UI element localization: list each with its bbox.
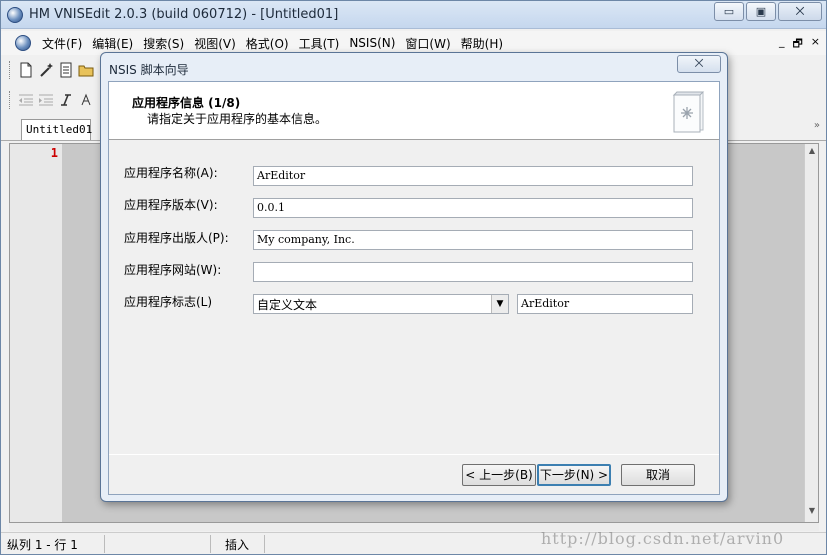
app-icon[interactable] bbox=[7, 7, 23, 23]
menu-view[interactable]: 视图(V) bbox=[189, 35, 241, 52]
mdi-controls: _ 🗗 × bbox=[779, 35, 820, 54]
menu-format[interactable]: 格式(O) bbox=[241, 35, 294, 52]
indent-icon[interactable] bbox=[36, 90, 56, 110]
app-version-field[interactable]: 0.0.1 bbox=[253, 198, 693, 218]
magic-wand-icon[interactable] bbox=[36, 60, 56, 80]
dropdown-arrow-icon[interactable]: ▼ bbox=[491, 295, 508, 313]
app-version-label: 应用程序版本(V): bbox=[124, 198, 218, 212]
mdi-restore-button[interactable]: 🗗 bbox=[792, 35, 802, 54]
toolbar-standard bbox=[1, 57, 101, 83]
tab-scroll-icon[interactable]: » bbox=[814, 120, 820, 131]
app-publisher-label: 应用程序出版人(P): bbox=[124, 231, 229, 245]
menu-file[interactable]: 文件(F) bbox=[37, 35, 87, 52]
back-button[interactable]: < 上一步(B) bbox=[462, 464, 536, 486]
toolbar-grip[interactable] bbox=[9, 91, 12, 109]
menu-tools[interactable]: 工具(T) bbox=[294, 35, 345, 52]
outdent-icon[interactable] bbox=[16, 90, 36, 110]
close-button[interactable]: ⨉ bbox=[778, 2, 822, 21]
wizard-step-title: 应用程序信息 (1/8) bbox=[132, 96, 241, 110]
brand-type-value: 自定义文本 bbox=[257, 298, 318, 312]
toolbar-grip[interactable] bbox=[9, 61, 12, 79]
new-file-icon[interactable] bbox=[16, 60, 36, 80]
wizard-header: 应用程序信息 (1/8) 请指定关于应用程序的基本信息。 bbox=[109, 82, 719, 140]
mdi-close-button[interactable]: × bbox=[811, 35, 820, 54]
scroll-up-icon[interactable]: ▲ bbox=[805, 146, 819, 160]
status-position: 纵列 1 - 行 1 bbox=[1, 534, 105, 553]
menu-edit[interactable]: 编辑(E) bbox=[87, 35, 138, 52]
script-icon[interactable] bbox=[56, 60, 76, 80]
document-menu-icon[interactable] bbox=[15, 35, 31, 51]
open-folder-icon[interactable] bbox=[76, 60, 96, 80]
app-website-field[interactable] bbox=[253, 262, 693, 282]
minimize-button[interactable]: ▭ bbox=[714, 2, 744, 21]
status-mode: 插入 bbox=[211, 534, 265, 553]
dialog-title: NSIS 脚本向导 bbox=[109, 63, 189, 77]
title-bar[interactable]: HM VNISEdit 2.0.3 (build 060712) - [Unti… bbox=[1, 1, 826, 29]
window-controls: ▭ ▣ ⨉ bbox=[712, 2, 822, 21]
menu-help[interactable]: 帮助(H) bbox=[456, 35, 508, 52]
brand-text-field[interactable]: ArEditor bbox=[517, 294, 693, 314]
next-button[interactable]: 下一步(N) > bbox=[537, 464, 611, 486]
line-number: 1 bbox=[50, 146, 58, 160]
installer-package-icon bbox=[672, 91, 705, 133]
window-title: HM VNISEdit 2.0.3 (build 060712) - [Unti… bbox=[29, 7, 339, 22]
vertical-scrollbar[interactable]: ▲ ▼ bbox=[804, 144, 818, 522]
button-separator bbox=[109, 454, 719, 455]
brand-type-select[interactable]: 自定义文本 ▼ bbox=[253, 294, 509, 314]
status-empty-pane bbox=[105, 534, 211, 553]
menu-nsis[interactable]: NSIS(N) bbox=[344, 36, 400, 50]
menu-window[interactable]: 窗口(W) bbox=[400, 35, 455, 52]
dialog-body: 应用程序信息 (1/8) 请指定关于应用程序的基本信息。 应用程序名称(A): … bbox=[108, 81, 720, 495]
mdi-minimize-button[interactable]: _ bbox=[779, 35, 785, 54]
maximize-button[interactable]: ▣ bbox=[746, 2, 776, 21]
app-brand-label: 应用程序标志(L) bbox=[124, 295, 213, 309]
app-website-label: 应用程序网站(W): bbox=[124, 263, 222, 277]
watermark: http://blog.csdn.net/arvin0 bbox=[541, 529, 785, 548]
app-name-field[interactable]: ArEditor bbox=[253, 166, 693, 186]
cancel-button[interactable]: 取消 bbox=[621, 464, 695, 486]
line-number-gutter: 1 bbox=[10, 144, 62, 522]
italic-icon[interactable] bbox=[56, 90, 76, 110]
tab-untitled01[interactable]: Untitled01 bbox=[21, 119, 92, 140]
app-publisher-field[interactable]: My company, Inc. bbox=[253, 230, 693, 250]
nsis-script-wizard-dialog: NSIS 脚本向导 ⨉ 应用程序信息 (1/8) 请指定关于应用程序的基本信息。… bbox=[100, 52, 728, 502]
scroll-down-icon[interactable]: ▼ bbox=[805, 506, 819, 520]
menu-search[interactable]: 搜索(S) bbox=[138, 35, 189, 52]
dialog-close-button[interactable]: ⨉ bbox=[677, 55, 721, 73]
font-icon[interactable] bbox=[76, 90, 96, 110]
app-name-label: 应用程序名称(A): bbox=[124, 166, 218, 180]
toolbar-format bbox=[1, 87, 101, 113]
wizard-step-subtitle: 请指定关于应用程序的基本信息。 bbox=[147, 112, 328, 126]
